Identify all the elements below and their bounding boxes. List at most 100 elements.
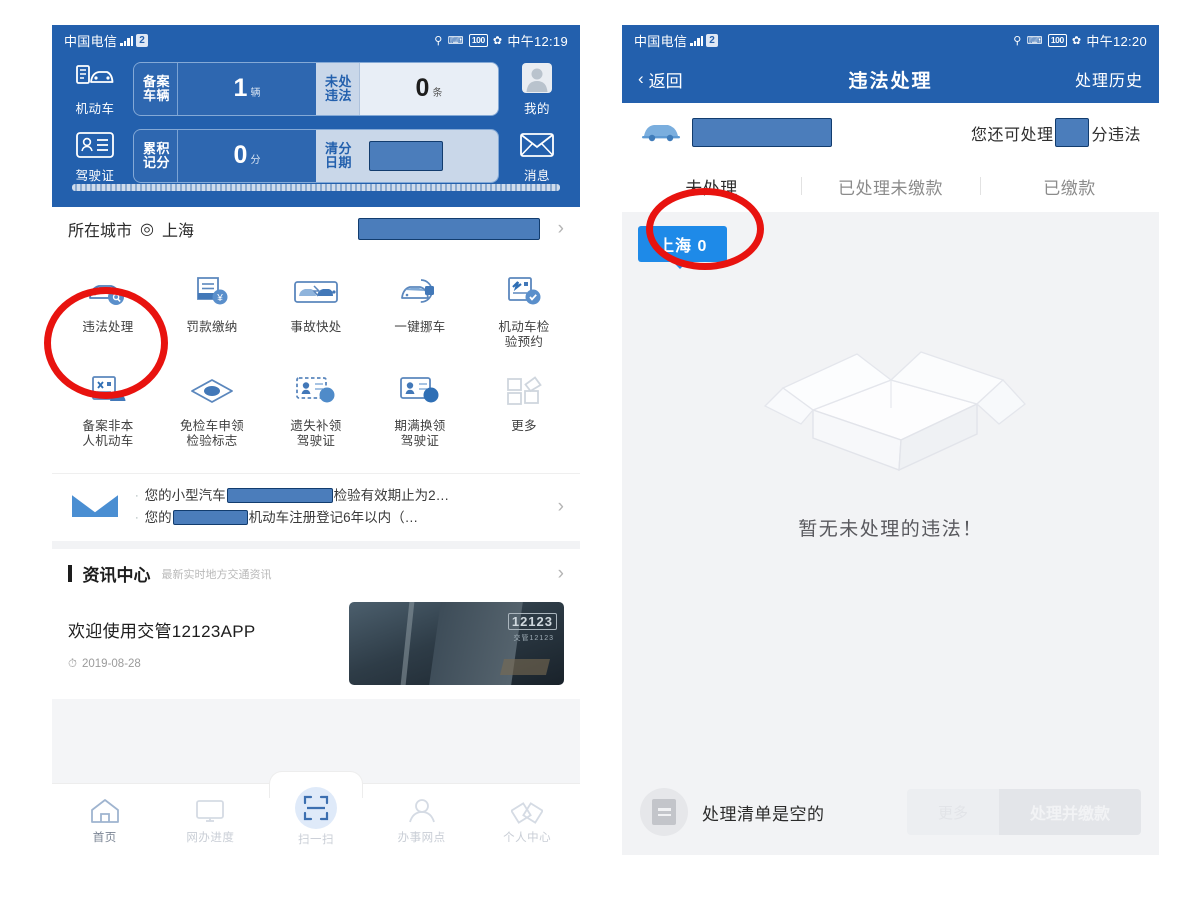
signal-bars-icon [690, 35, 704, 46]
stat-unit: 条 [432, 88, 443, 99]
thumb-light [500, 659, 550, 675]
stat-card-vehicle[interactable]: 备案 车辆 1 辆 未处 违法 0 条 [133, 62, 499, 116]
sidebar-item-vehicle[interactable]: 机动车 [66, 61, 124, 117]
label-line2: 驾驶证 [296, 434, 336, 448]
stat-label: 备案 车辆 [134, 73, 177, 104]
history-button[interactable]: 处理历史 [1075, 67, 1143, 91]
sidebar-item-profile[interactable]: 我的 [508, 61, 566, 117]
stat-unit: 分 [250, 155, 261, 166]
bottom-tab-bar: 首页 网办进度 扫一扫 办事网点 个人中心 [52, 783, 580, 855]
city-label: 所在城市 [68, 223, 133, 240]
empty-box-icon [741, 318, 1041, 488]
chevron-right-icon[interactable]: › [558, 496, 564, 518]
stat-value: 0 [415, 74, 430, 102]
scan-icon [294, 786, 337, 829]
news-date-row: ⏱ 2019-08-28 [68, 658, 335, 671]
more-button[interactable]: 更多 [907, 789, 999, 835]
violation-status-tabs: 未处理 已处理未缴款 已缴款 [622, 160, 1159, 212]
grid-item-renew-license[interactable]: 期满换领 驾驶证 [368, 364, 472, 463]
header-row-vehicle: 机动车 备案 车辆 1 辆 未处 违法 0 条 我的 [66, 61, 566, 117]
news-center-header[interactable]: 资讯中心 最新实时地方交通资讯 › [52, 549, 580, 598]
notice-line2-prefix: 您的 [144, 509, 172, 525]
plate-and-quota-row: 您还可处理 分违法 [622, 103, 1159, 160]
bullet-icon: · [135, 511, 139, 524]
news-item[interactable]: 欢迎使用交管12123APP ⏱ 2019-08-28 12123 交管1212… [52, 598, 580, 699]
inspection-icon [474, 271, 574, 313]
back-button[interactable]: ‹ 返回 [638, 67, 683, 92]
screenshot-root: 中国电信 2 ⚲ ⌨ 100 ✿ 中午12:19 机动车 备案 车辆 1 辆 未… [0, 0, 1200, 900]
redacted-quota-points [1055, 118, 1090, 147]
tab-unprocessed[interactable]: 未处理 [622, 174, 801, 199]
label-line1: 机动车检 [498, 320, 550, 334]
sidebar-item-driver-license[interactable]: 驾驶证 [66, 128, 124, 184]
notice-banner[interactable]: · 您的小型汽车 检验有效期止为2… · 您的 机动车注册登记6年以内（… › [52, 473, 580, 541]
grid-item-inspection-booking[interactable]: 机动车检 验预约 [472, 265, 576, 364]
tab-scan[interactable]: 扫一扫 [263, 786, 369, 847]
grid-item-reissue-license[interactable]: 遗失补领 驾驶证 [264, 364, 368, 463]
grid-item-fine-payment[interactable]: ¥ 罚款缴纳 [160, 265, 264, 364]
stat-label-line1: 未处 [325, 73, 353, 89]
stat-value-box: 0 分 [177, 130, 316, 182]
more-grid-icon [474, 370, 574, 412]
crosshair-icon: ◎ [140, 221, 154, 238]
grid-item-label: 遗失补领 驾驶证 [266, 419, 366, 449]
tab-progress[interactable]: 网办进度 [158, 795, 264, 845]
notice-line1-suffix: 检验有效期止为2… [333, 487, 450, 503]
grid-item-violation-handling[interactable]: 违法处理 [56, 265, 160, 364]
label-line1: 违法处理 [82, 320, 134, 334]
driver-license-icon [66, 128, 124, 162]
stat-label-line1: 备案 [143, 73, 171, 89]
tab-label: 网办进度 [186, 831, 235, 844]
stat-label: 清分 日期 [316, 140, 359, 171]
accident-icon [266, 271, 366, 313]
notice-line-1: · 您的小型汽车 检验有效期止为2… [135, 485, 535, 507]
stat-card-points[interactable]: 累积 记分 0 分 清分 日期 [133, 129, 499, 183]
header-row-license: 驾驶证 累积 记分 0 分 清分 日期 消息 [66, 128, 566, 184]
stat-label-line1: 累积 [143, 140, 171, 156]
city-count-badge[interactable]: 上海 0 [638, 226, 728, 269]
tab-locations[interactable]: 办事网点 [369, 795, 475, 845]
stat-label-line1: 清分 [325, 140, 353, 156]
news-thumbnail[interactable]: 12123 交管12123 [349, 602, 564, 685]
grid-item-move-car[interactable]: 一键挪车 [368, 265, 472, 364]
grid-item-accident-report[interactable]: 事故快处 [264, 265, 368, 364]
status-bar-right-group: ⚲ ⌨ 100 ✿ 中午12:19 [434, 31, 568, 50]
leaf-icon: ✿ [1071, 34, 1082, 47]
car-icon [640, 117, 682, 148]
car-violation-icon [58, 271, 158, 313]
list-icon[interactable] [640, 788, 688, 836]
tab-processed-unpaid[interactable]: 已处理未缴款 [801, 174, 980, 199]
signal-bars-icon [120, 35, 134, 46]
register-other-icon [58, 370, 158, 412]
tab-label: 办事网点 [397, 831, 446, 844]
location-icon [369, 795, 475, 827]
tab-home[interactable]: 首页 [52, 795, 158, 845]
label-line1: 期满换领 [394, 419, 446, 433]
city-selector-row[interactable]: 所在城市 ◎ 上海 › [52, 207, 580, 251]
chevron-right-icon[interactable]: › [558, 218, 564, 240]
tab-profile[interactable]: 个人中心 [474, 795, 580, 845]
label-line1: 事故快处 [290, 320, 342, 334]
label-line2: 检验标志 [186, 434, 238, 448]
empty-state: 暂无未处理的违法！ [622, 262, 1159, 541]
card-bottom-decoration [72, 184, 560, 191]
grid-item-more[interactable]: 更多 [472, 364, 576, 463]
stat-registered-vehicles: 备案 车辆 1 辆 [134, 63, 316, 115]
process-and-pay-button[interactable]: 处理并缴款 [999, 789, 1141, 835]
grid-item-exempt-inspection-mark[interactable]: 免检车申领 检验标志 [160, 364, 264, 463]
move-car-icon [370, 271, 470, 313]
chevron-right-icon[interactable]: › [558, 563, 564, 585]
mail-icon [68, 484, 122, 529]
action-buttons: 更多 处理并缴款 [907, 789, 1141, 835]
notice-text: · 您的小型汽车 检验有效期止为2… · 您的 机动车注册登记6年以内（… [135, 485, 535, 529]
carrier-name: 中国电信 [64, 33, 118, 49]
sidebar-item-label: 机动车 [75, 102, 115, 116]
location-pin-icon: ⚲ [434, 34, 443, 47]
tab-paid[interactable]: 已缴款 [980, 174, 1159, 199]
quota-suffix: 分违法 [1091, 126, 1141, 144]
stat-label: 累积 记分 [134, 140, 177, 171]
grid-item-register-other-vehicle[interactable]: 备案非本 人机动车 [56, 364, 160, 463]
label-line1: 免检车申领 [179, 419, 244, 433]
sidebar-item-messages[interactable]: 消息 [508, 128, 566, 184]
back-label: 返回 [648, 71, 683, 91]
